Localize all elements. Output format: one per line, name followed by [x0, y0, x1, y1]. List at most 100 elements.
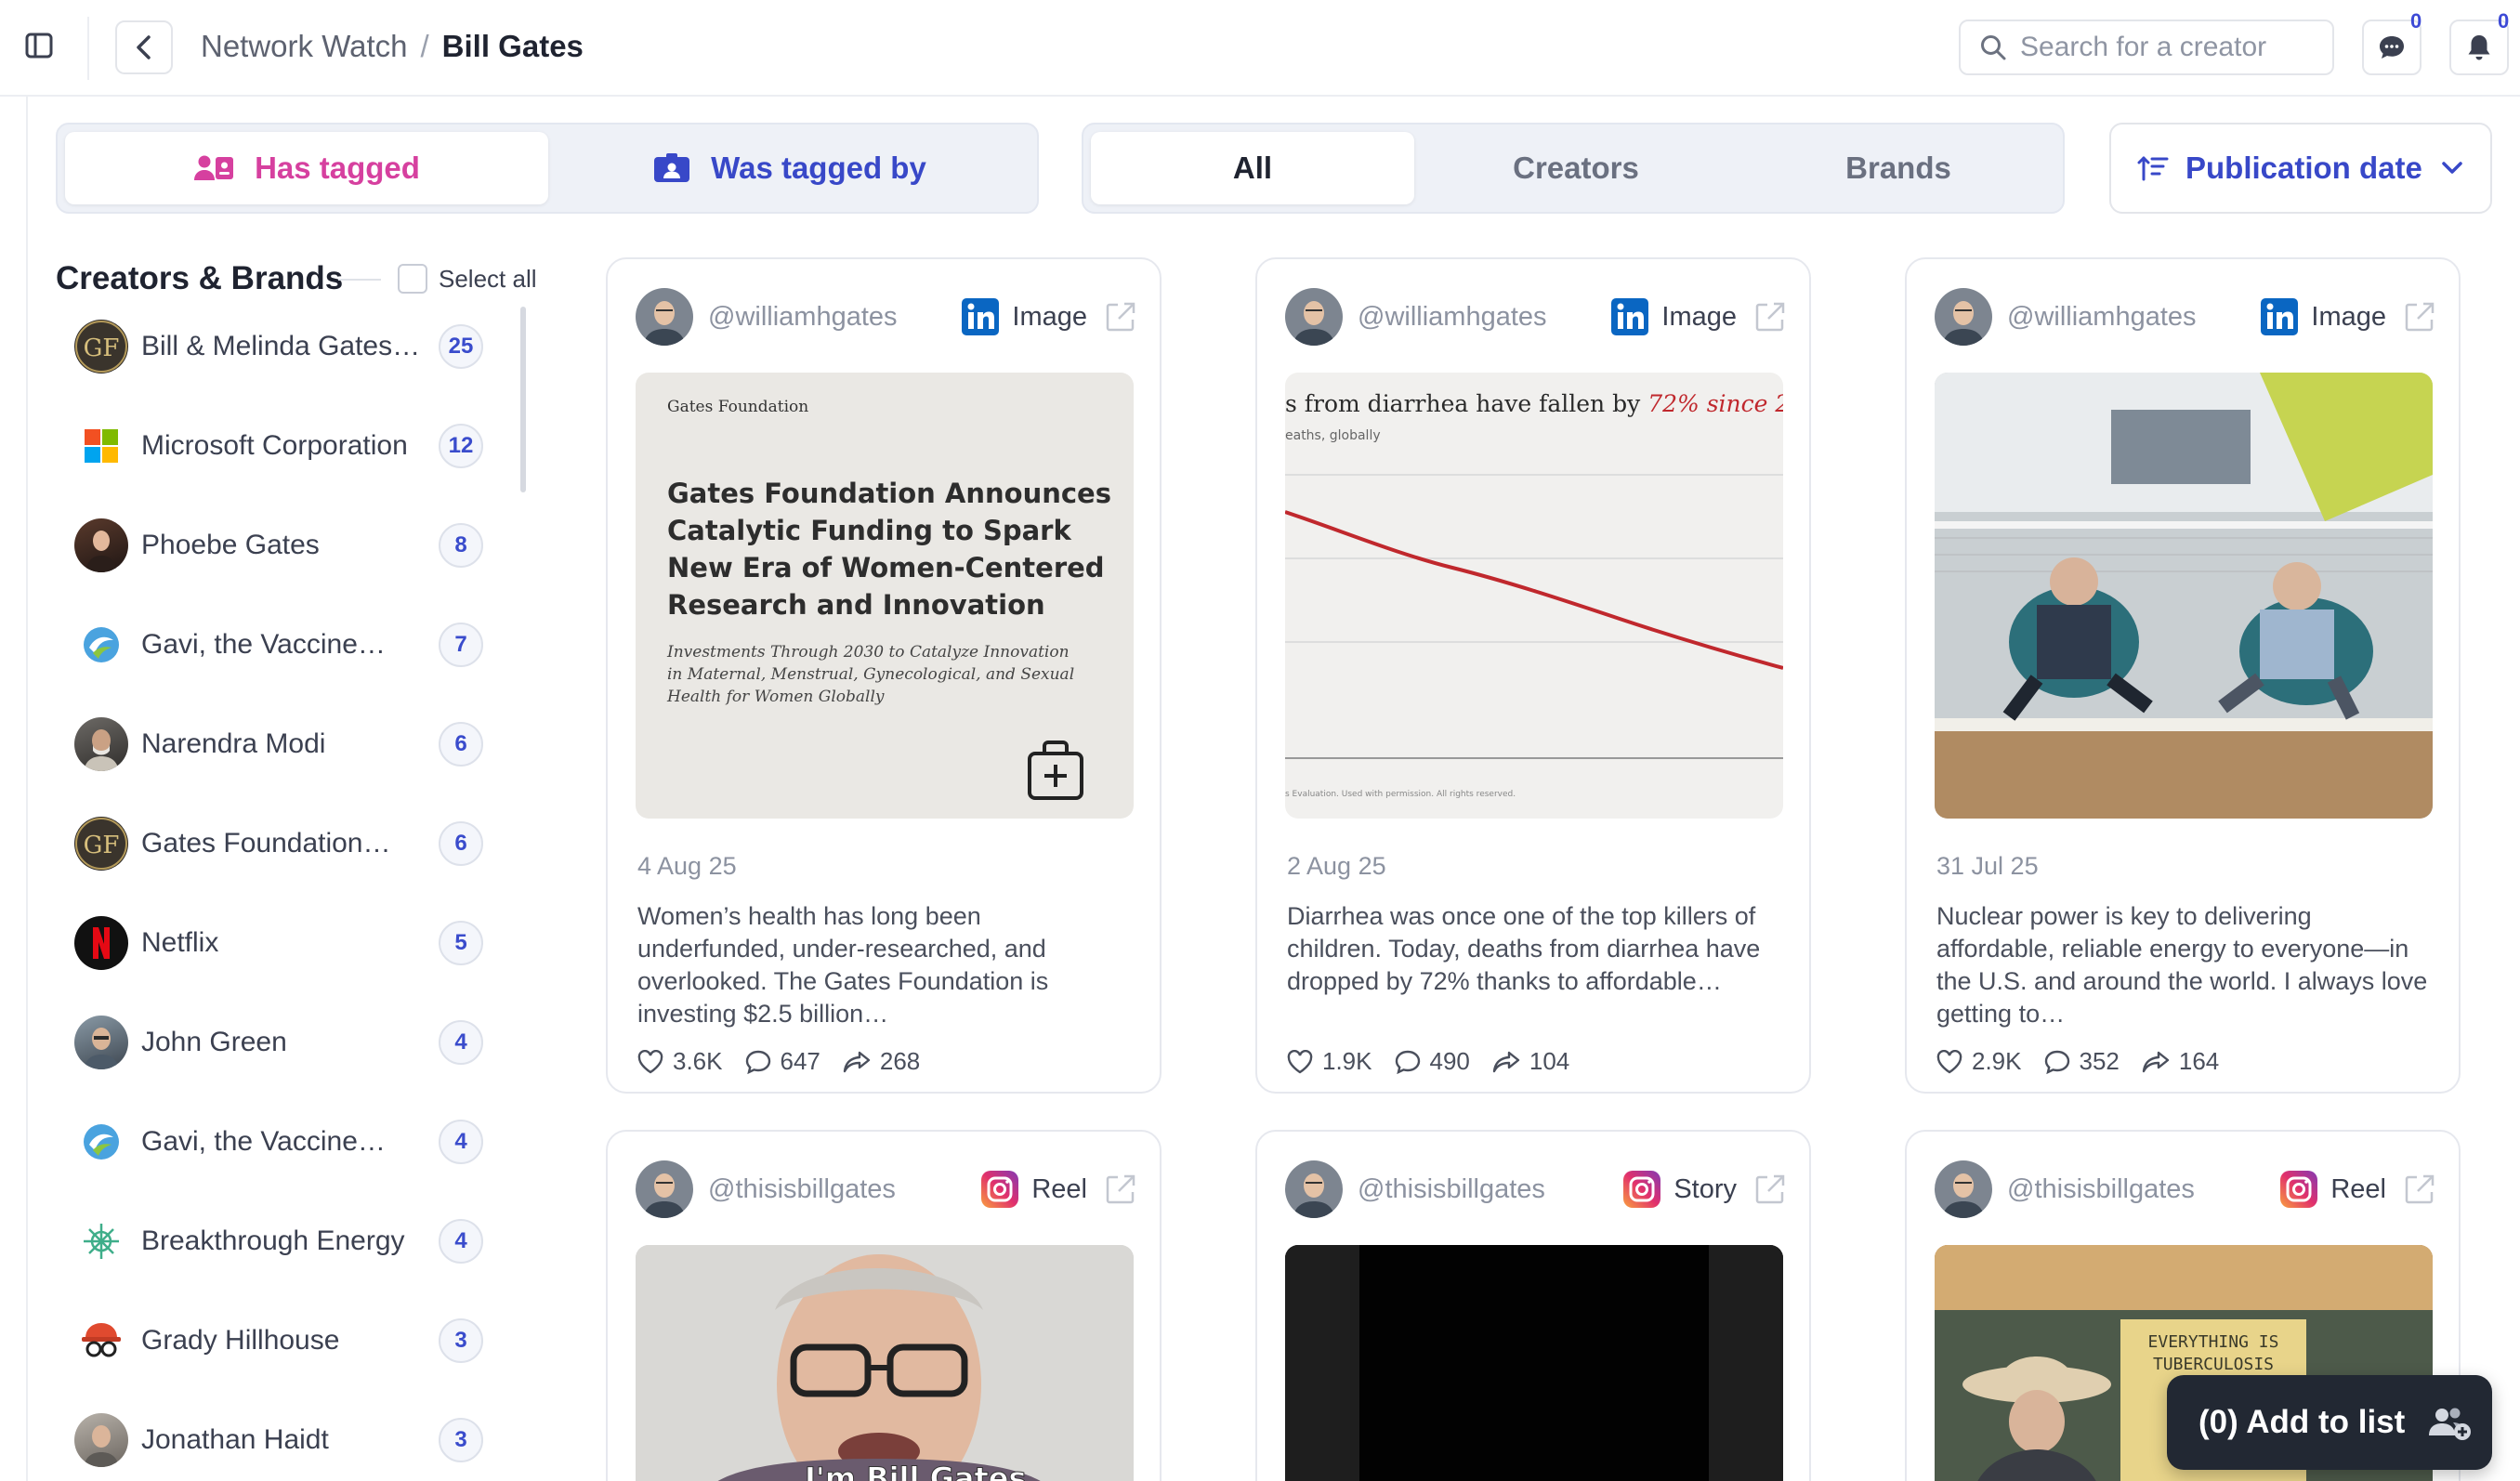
sidebar-item-label: Gates Foundation… [141, 828, 391, 858]
post-type-label: Reel [2330, 1173, 2386, 1204]
select-all-control[interactable]: Select all [398, 264, 537, 294]
heart-icon [637, 1049, 663, 1073]
external-link-icon[interactable] [2403, 300, 2436, 334]
sidebar-toggle-icon[interactable] [24, 32, 58, 61]
external-link-icon[interactable] [2403, 1173, 2436, 1206]
sort-dropdown[interactable]: Publication date [2109, 123, 2492, 214]
post-handle[interactable]: @williamhgates [1358, 302, 1547, 333]
add-users-icon [2429, 1408, 2472, 1440]
tab-brands[interactable]: Brands [1738, 132, 2059, 204]
post-type: Image [962, 298, 1087, 335]
breadcrumb-current: Bill Gates [441, 29, 584, 63]
post-card[interactable]: @williamhgates Image Gates Foundation Ga… [606, 257, 1162, 1094]
post-date: 2 Aug 25 [1287, 852, 1386, 880]
creator-search[interactable] [1959, 20, 2334, 75]
avatar [636, 288, 693, 346]
post-type: Story [1623, 1171, 1737, 1208]
sidebar-item-count: 7 [439, 623, 483, 667]
chat-bubble-icon [2380, 36, 2404, 59]
sidebar-item-label: John Green [141, 1027, 287, 1057]
post-media[interactable]: s from diarrhea have fallen by 72% since… [1285, 373, 1783, 819]
sidebar-item-john-green[interactable]: John Green 4 [74, 1009, 485, 1076]
post-card[interactable]: @thisisbillgates Story [1255, 1130, 1811, 1481]
media-chart-subtitle: eaths, globally [1285, 428, 1381, 443]
microsoft-logo-icon [74, 419, 128, 473]
add-to-list-button[interactable]: (0) Add to list [2167, 1375, 2492, 1470]
sidebar-item-label: Grady Hillhouse [141, 1325, 340, 1356]
sidebar-item-grady-hillhouse[interactable]: Grady Hillhouse 3 [74, 1307, 485, 1374]
external-link-icon[interactable] [1104, 300, 1137, 334]
post-handle[interactable]: @thisisbillgates [2007, 1174, 2195, 1205]
post-media[interactable] [1285, 1245, 1783, 1481]
post-handle[interactable]: @williamhgates [2007, 302, 2197, 333]
post-media[interactable]: Gates Foundation Gates Foundation Announ… [636, 373, 1134, 819]
tab-has-tagged[interactable]: Has tagged [65, 132, 548, 204]
sidebar-item-label: Gavi, the Vaccine… [141, 629, 386, 660]
top-bar: Network Watch / Bill Gates 0 0 [0, 0, 2520, 97]
sidebar-item-count: 4 [439, 1020, 483, 1065]
sidebar-item-count: 3 [439, 1318, 483, 1363]
post-header: @williamhgates Image [1935, 287, 2436, 347]
media-chart-line [1285, 510, 1783, 670]
external-link-icon[interactable] [1753, 1173, 1787, 1206]
brands-label: Brands [1845, 151, 1951, 185]
sidebar-item-microsoft[interactable]: Microsoft Corporation 12 [74, 413, 485, 479]
user-tag-icon [194, 155, 234, 180]
likes-stat: 2.9K [1936, 1047, 2022, 1076]
sidebar-item-gavi-2[interactable]: Gavi, the Vaccine… 4 [74, 1108, 485, 1175]
sidebar-item-netflix[interactable]: Netflix 5 [74, 910, 485, 976]
sidebar-item-jonathan-haidt[interactable]: Jonathan Haidt 3 [74, 1407, 485, 1474]
sidebar-item-breakthrough-energy[interactable]: Breakthrough Energy 4 [74, 1208, 485, 1275]
sidebar-item-gates-foundation[interactable]: GF Gates Foundation… 6 [74, 810, 485, 877]
external-link-icon[interactable] [1104, 1173, 1137, 1206]
comment-icon [2044, 1050, 2069, 1074]
post-media[interactable] [1935, 373, 2433, 819]
post-card[interactable]: @williamhgates Image s from diarrhea hav… [1255, 257, 1811, 1094]
post-handle[interactable]: @williamhgates [708, 302, 898, 333]
sidebar-item-count: 12 [439, 424, 483, 468]
post-card[interactable]: @thisisbillgates Reel I'm Bill Gates [606, 1130, 1162, 1481]
external-link-icon[interactable] [1753, 300, 1787, 334]
post-header: @thisisbillgates Story [1285, 1160, 1787, 1219]
avatar [1935, 288, 1992, 346]
sidebar-item-narendra-modi[interactable]: Narendra Modi 6 [74, 711, 485, 778]
sidebar-item-label: Microsoft Corporation [141, 430, 408, 461]
tab-creators[interactable]: Creators [1414, 132, 1738, 204]
svg-text:s from diarrhea have fallen by: s from diarrhea have fallen by 72% since… [1285, 390, 1783, 417]
chevron-down-icon [2442, 162, 2462, 174]
gavi-logo-icon [74, 1115, 128, 1169]
post-handle[interactable]: @thisisbillgates [1358, 1174, 1545, 1205]
post-type-label: Image [2311, 301, 2386, 332]
sidebar-item-count: 6 [439, 722, 483, 767]
sidebar-item-gavi[interactable]: Gavi, the Vaccine… 7 [74, 611, 485, 678]
back-button[interactable] [115, 20, 173, 74]
sidebar-item-phoebe-gates[interactable]: Phoebe Gates 8 [74, 512, 485, 579]
media-headline-line: Research and Innovation [667, 589, 1045, 621]
likes-stat: 1.9K [1287, 1047, 1372, 1076]
svg-text:GF: GF [84, 334, 120, 362]
avatar [74, 717, 128, 771]
add-to-collection-icon[interactable] [1028, 740, 1083, 800]
tab-was-tagged-by[interactable]: Was tagged by [548, 132, 1031, 204]
list-scrollbar[interactable] [520, 307, 526, 492]
media-subline: Health for Women Globally [666, 688, 885, 706]
tab-all[interactable]: All [1091, 132, 1414, 204]
post-stats: 2.9K 352 164 [1936, 1047, 2241, 1076]
search-input[interactable] [2020, 32, 2317, 63]
media-chart-footer: s Evaluation. Used with permission. All … [1285, 790, 1516, 799]
post-type-label: Reel [1031, 1173, 1087, 1204]
sidebar-item-bill-melinda-gates[interactable]: GF Bill & Melinda Gates… 25 [74, 313, 485, 380]
likes-stat: 3.6K [637, 1047, 723, 1076]
breadcrumb-root-link[interactable]: Network Watch [201, 29, 408, 64]
sidebar-item-label: Breakthrough Energy [141, 1225, 405, 1256]
sort-label: Publication date [2185, 151, 2422, 185]
post-media[interactable]: I'm Bill Gates [636, 1245, 1134, 1481]
messages-count: 0 [2410, 9, 2422, 33]
shares-count: 268 [879, 1047, 921, 1075]
post-type-label: Image [1012, 301, 1087, 332]
share-icon [1492, 1051, 1520, 1072]
post-card[interactable]: @williamhgates Image 31 Jul 25 Nuclear p… [1905, 257, 2461, 1094]
select-all-checkbox[interactable] [398, 264, 427, 294]
post-handle[interactable]: @thisisbillgates [708, 1174, 896, 1205]
panel-title: Creators & Brands [56, 260, 344, 296]
